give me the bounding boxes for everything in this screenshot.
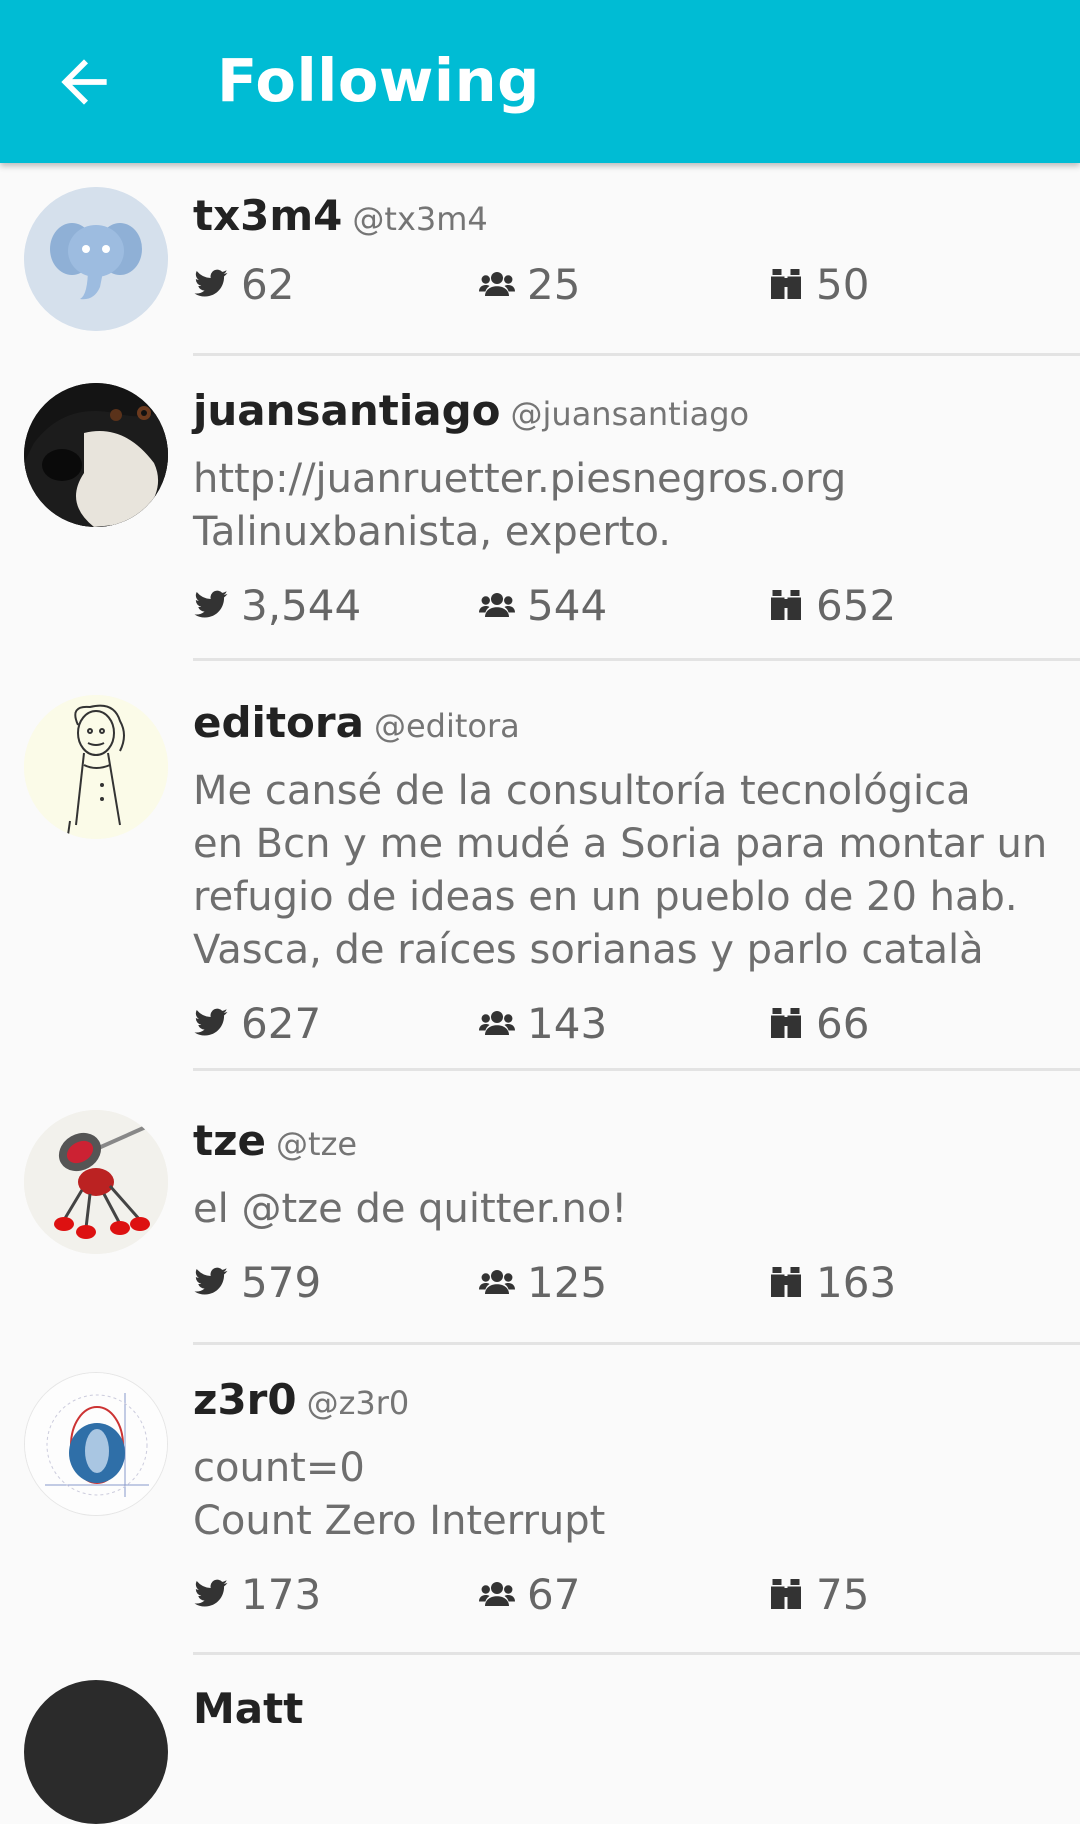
- user-bio: Me cansé de la consultoría tecnológica e…: [193, 768, 1048, 973]
- group-icon: [479, 1582, 515, 1606]
- notices-stat[interactable]: 3,544: [193, 575, 361, 635]
- divider: [193, 1068, 1080, 1071]
- followers-stat[interactable]: 143: [479, 993, 607, 1053]
- notices-stat[interactable]: 173: [193, 1564, 321, 1624]
- following-stat[interactable]: 163: [768, 1252, 896, 1312]
- following-count: 75: [816, 1569, 870, 1619]
- binoculars-icon: [771, 1267, 801, 1297]
- binoculars-icon: [771, 590, 801, 620]
- page-title: Following: [217, 46, 540, 115]
- list-item[interactable]: tx3m4 @tx3m4 62 25 50: [0, 163, 1080, 356]
- notices-count: 579: [241, 1257, 322, 1307]
- following-stat[interactable]: 75: [768, 1564, 869, 1624]
- notices-count: 3,544: [241, 580, 362, 630]
- followers-count: 67: [527, 1569, 581, 1619]
- bird-icon: [194, 1008, 228, 1036]
- followers-count: 25: [527, 259, 581, 309]
- binoculars-icon: [771, 1008, 801, 1038]
- user-content: tx3m4 @tx3m4 62 25 50: [193, 191, 1060, 314]
- list-item[interactable]: tze @tze el @tze de quitter.no! 579 125 1…: [0, 1086, 1080, 1345]
- user-name[interactable]: tx3m4: [193, 191, 342, 240]
- user-stats: 173 67 75: [193, 1564, 1060, 1624]
- group-icon: [479, 272, 515, 296]
- user-bio: count=0 Count Zero Interrupt: [193, 1445, 606, 1544]
- bird-icon: [194, 590, 228, 618]
- arrow-left-icon[interactable]: [50, 48, 118, 116]
- user-name[interactable]: juansantiago: [193, 386, 501, 435]
- group-icon: [479, 1011, 515, 1035]
- list-item[interactable]: Matt: [0, 1656, 1080, 1824]
- notices-count: 173: [241, 1569, 322, 1619]
- list-item[interactable]: editora @editora Me cansé de la consultor…: [0, 668, 1080, 1086]
- notices-stat[interactable]: 627: [193, 993, 321, 1053]
- avatar[interactable]: [24, 1372, 168, 1516]
- user-name[interactable]: tze: [193, 1116, 266, 1165]
- list-item[interactable]: juansantiago @juansantiago http://juanrue…: [0, 356, 1080, 668]
- user-stats: 627 143 66: [193, 993, 1060, 1053]
- followers-count: 143: [527, 998, 608, 1048]
- followers-count: 544: [527, 580, 608, 630]
- list-item[interactable]: z3r0 @z3r0 count=0 Count Zero Interrupt 1…: [0, 1345, 1080, 1656]
- group-icon: [479, 1270, 515, 1294]
- bird-icon: [194, 1579, 228, 1607]
- following-stat[interactable]: 652: [768, 575, 896, 635]
- notices-count: 62: [241, 259, 295, 309]
- notices-count: 627: [241, 998, 322, 1048]
- user-handle: @z3r0: [306, 1384, 410, 1422]
- avatar[interactable]: [24, 187, 168, 331]
- following-count: 50: [816, 259, 870, 309]
- user-handle: @editora: [373, 707, 520, 745]
- user-content: z3r0 @z3r0 count=0 Count Zero Interrupt 1…: [193, 1375, 1060, 1624]
- binoculars-icon: [771, 269, 801, 299]
- followers-count: 125: [527, 1257, 608, 1307]
- user-content: juansantiago @juansantiago http://juanrue…: [193, 386, 1060, 635]
- user-content: editora @editora Me cansé de la consultor…: [193, 698, 1060, 1053]
- following-list: tx3m4 @tx3m4 62 25 50 juansantiago @juan…: [0, 163, 1080, 1824]
- following-count: 652: [816, 580, 897, 630]
- divider: [193, 658, 1080, 661]
- following-count: 163: [816, 1257, 897, 1307]
- user-bio: http://juanruetter.piesnegros.org Talinu…: [193, 456, 847, 555]
- following-count: 66: [816, 998, 870, 1048]
- user-stats: 62 25 50: [193, 254, 1060, 314]
- avatar[interactable]: [24, 1110, 168, 1254]
- following-stat[interactable]: 66: [768, 993, 869, 1053]
- user-name[interactable]: editora: [193, 698, 364, 747]
- followers-stat[interactable]: 544: [479, 575, 607, 635]
- user-handle: @juansantiago: [510, 395, 750, 433]
- user-stats: 3,544 544 652: [193, 575, 1060, 635]
- avatar[interactable]: [24, 1680, 168, 1824]
- app-bar: Following: [0, 0, 1080, 163]
- user-name[interactable]: Matt: [193, 1684, 303, 1733]
- followers-stat[interactable]: 67: [479, 1564, 580, 1624]
- user-name[interactable]: z3r0: [193, 1375, 297, 1424]
- notices-stat[interactable]: 62: [193, 254, 294, 314]
- user-content: Matt: [193, 1684, 1060, 1733]
- notices-stat[interactable]: 579: [193, 1252, 321, 1312]
- user-stats: 579 125 163: [193, 1252, 1060, 1312]
- avatar[interactable]: [24, 383, 168, 527]
- user-content: tze @tze el @tze de quitter.no! 579 125 1…: [193, 1116, 1060, 1312]
- binoculars-icon: [771, 1579, 801, 1609]
- user-handle: @tze: [276, 1125, 358, 1163]
- followers-stat[interactable]: 25: [479, 254, 580, 314]
- group-icon: [479, 593, 515, 617]
- bird-icon: [194, 1267, 228, 1295]
- divider: [193, 1652, 1080, 1655]
- user-handle: @tx3m4: [352, 200, 488, 238]
- following-stat[interactable]: 50: [768, 254, 869, 314]
- bird-icon: [194, 269, 228, 297]
- user-bio: el @tze de quitter.no!: [193, 1186, 628, 1232]
- avatar[interactable]: [24, 695, 168, 839]
- followers-stat[interactable]: 125: [479, 1252, 607, 1312]
